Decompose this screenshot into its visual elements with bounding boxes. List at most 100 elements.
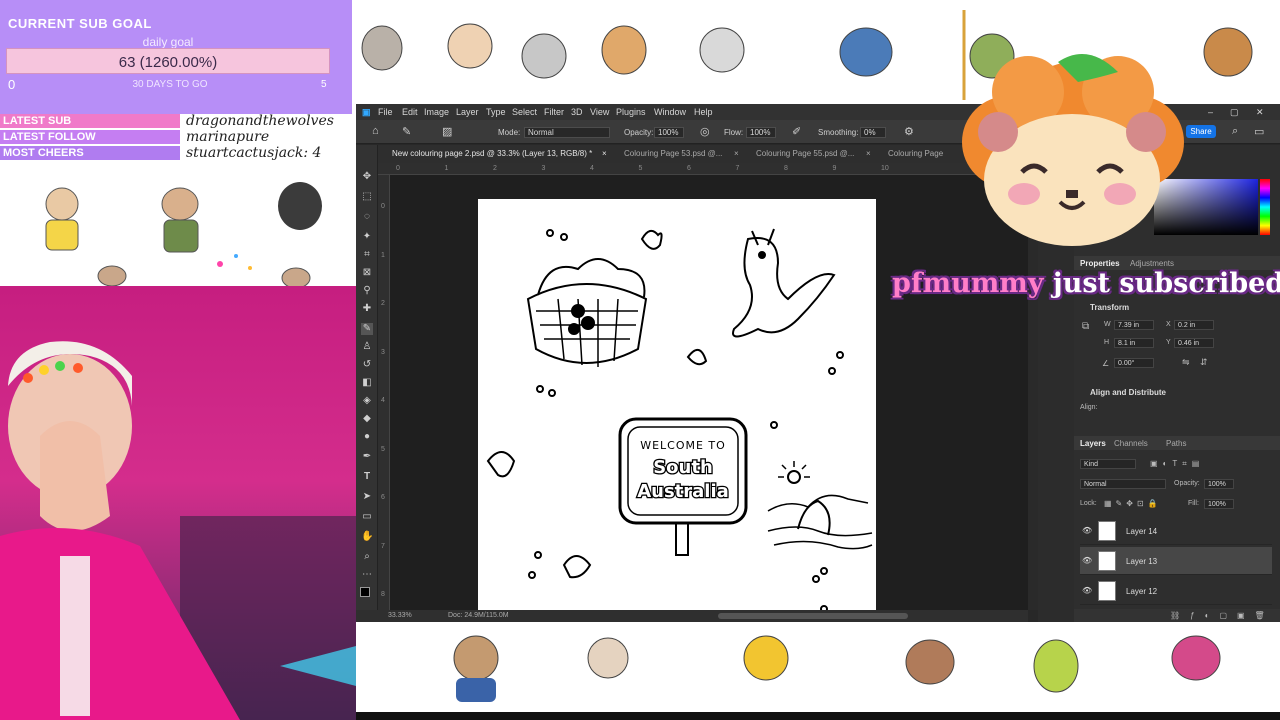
dodge-tool-icon[interactable]: ● (361, 431, 373, 443)
move-tool-icon[interactable]: ✥ (361, 171, 373, 183)
workspace-icon[interactable]: ▭ (1254, 125, 1264, 138)
close-icon[interactable]: ✕ (1256, 107, 1264, 118)
home-icon[interactable]: ⌂ (372, 125, 379, 137)
color-hue-slider[interactable] (1260, 179, 1270, 235)
layer-row[interactable]: 👁 Layer 12 (1080, 577, 1272, 605)
menu-edit[interactable]: Edit (402, 107, 418, 117)
blend-mode-select[interactable]: Normal (1080, 479, 1166, 489)
paint-bucket-icon[interactable]: ◈ (361, 395, 373, 407)
menu-3d[interactable]: 3D (571, 107, 583, 117)
rectangle-tool-icon[interactable]: ▭ (361, 511, 373, 523)
bottom-edge-bar (356, 712, 1280, 720)
menu-help[interactable]: Help (694, 107, 713, 117)
layer-actions-bar[interactable]: ⛓ƒ◐▢▣🗑 (1074, 609, 1280, 622)
tab-new-colouring-page-2[interactable]: New colouring page 2.psd @ 33.3% (Layer … (392, 149, 592, 158)
visibility-eye-icon[interactable]: 👁 (1082, 586, 1092, 595)
ps-app-icon[interactable]: ▣ (362, 107, 371, 118)
stamp-tool-icon[interactable]: ♙ (361, 341, 373, 353)
bottom-art-strip (356, 622, 1280, 712)
ruler-tick-label: 0 (396, 165, 400, 172)
tab-colouring-page[interactable]: Colouring Page (888, 149, 943, 158)
zoom-tool-icon[interactable]: ⌕ (361, 551, 373, 563)
smoothing-input[interactable]: 0% (860, 127, 886, 138)
tab-paths[interactable]: Paths (1166, 439, 1186, 448)
canvas-workspace[interactable]: WELCOME TO South Australia (390, 175, 1028, 613)
layer-opacity-input[interactable]: 100% (1204, 479, 1234, 489)
history-brush-icon[interactable]: ↺ (361, 359, 373, 371)
menu-file[interactable]: File (378, 107, 393, 117)
blur-tool-icon[interactable]: ◆ (361, 413, 373, 425)
eyedropper-icon[interactable]: ⚲ (361, 285, 373, 297)
height-input[interactable]: 8.1 in (1114, 338, 1154, 348)
hand-tool-icon[interactable]: ✋ (361, 531, 373, 543)
gear-icon[interactable]: ⚙ (904, 125, 914, 138)
visibility-eye-icon[interactable]: 👁 (1082, 526, 1092, 535)
tab-layers[interactable]: Layers (1080, 439, 1106, 448)
y-input[interactable]: 0.46 in (1174, 338, 1214, 348)
menu-window[interactable]: Window (654, 107, 686, 117)
ruler-tick-label: 1 (381, 251, 385, 259)
lock-icons[interactable]: ▦✎✥⊡🔒 (1104, 499, 1162, 508)
status-zoom: 33.33% (388, 612, 412, 619)
visibility-eye-icon[interactable]: 👁 (1082, 556, 1092, 565)
healing-brush-icon[interactable]: ✚ (361, 303, 373, 315)
magic-wand-icon[interactable]: ✦ (361, 231, 373, 243)
marquee-tool-icon[interactable]: ⬚ (361, 191, 373, 203)
document-canvas[interactable]: WELCOME TO South Australia (478, 199, 876, 613)
crop-tool-icon[interactable]: ⌗ (361, 249, 373, 261)
angle-input[interactable]: 0.00° (1114, 358, 1154, 368)
menu-plugins[interactable]: Plugins (616, 107, 646, 117)
maximize-icon[interactable]: ▢ (1230, 107, 1239, 118)
tab-channels[interactable]: Channels (1114, 439, 1148, 448)
tab-adjustments[interactable]: Adjustments (1130, 259, 1174, 268)
airbrush-icon[interactable]: ✐ (792, 125, 801, 138)
tab-colouring-page-53[interactable]: Colouring Page 53.psd @... (624, 149, 722, 158)
menu-type[interactable]: Type (486, 107, 506, 117)
sign-line-1: WELCOME TO (640, 439, 726, 452)
search-icon[interactable]: ⌕ (1232, 125, 1238, 138)
pen-tool-icon[interactable]: ✒ (361, 451, 373, 463)
flip-vertical-icon[interactable]: ⇵ (1200, 357, 1208, 368)
sign-line-3: Australia (637, 481, 729, 502)
tab-close-icon[interactable]: × (866, 149, 871, 158)
eraser-tool-icon[interactable]: ◧ (361, 377, 373, 389)
lasso-tool-icon[interactable]: ◌ (361, 211, 373, 223)
x-label: X (1166, 321, 1171, 328)
menu-select[interactable]: Select (512, 107, 537, 117)
menu-filter[interactable]: Filter (544, 107, 564, 117)
tab-properties[interactable]: Properties (1080, 259, 1120, 268)
mode-select[interactable]: Normal (524, 127, 610, 138)
x-input[interactable]: 0.2 in (1174, 320, 1214, 330)
layer-row-selected[interactable]: 👁 Layer 13 (1080, 547, 1272, 575)
brush-tool-active-icon[interactable]: ✎ (361, 323, 373, 335)
width-input[interactable]: 7.39 in (1114, 320, 1154, 330)
flow-input[interactable]: 100% (746, 127, 776, 138)
menu-image[interactable]: Image (424, 107, 449, 117)
more-tools-icon[interactable]: ⋯ (361, 569, 373, 581)
layer-filter-icons[interactable]: ▣◐T⌗▤ (1150, 459, 1204, 469)
brush-tool-icon[interactable]: ✎ (402, 125, 411, 138)
canvas-horizontal-scrollbar[interactable] (718, 613, 908, 619)
fill-input[interactable]: 100% (1204, 499, 1234, 509)
tab-colouring-page-55[interactable]: Colouring Page 55.psd @... (756, 149, 854, 158)
minimize-icon[interactable]: – (1208, 107, 1213, 117)
layer-row[interactable]: 👁 Layer 14 (1080, 517, 1272, 545)
brush-panel-icon[interactable]: ▨ (442, 125, 452, 138)
layer-thumbnail (1098, 521, 1116, 541)
opacity-input[interactable]: 100% (654, 127, 684, 138)
pressure-opacity-icon[interactable]: ◎ (700, 125, 710, 138)
menu-layer[interactable]: Layer (456, 107, 479, 117)
path-select-icon[interactable]: ➤ (361, 491, 373, 503)
opacity-label: Opacity: (624, 128, 654, 137)
critter-illustrations-left (45, 182, 322, 286)
type-tool-icon[interactable]: T (361, 471, 373, 483)
frame-tool-icon[interactable]: ⊠ (361, 267, 373, 279)
layer-filter-kind[interactable]: Kind (1080, 459, 1136, 469)
menu-view[interactable]: View (590, 107, 609, 117)
layer-thumbnail (1098, 551, 1116, 571)
foreground-color-swatch[interactable] (360, 587, 370, 597)
link-dimensions-icon[interactable]: ⧉ (1082, 321, 1089, 332)
tab-close-icon[interactable]: × (734, 149, 739, 158)
tab-close-icon[interactable]: × (602, 149, 607, 158)
flip-horizontal-icon[interactable]: ⇋ (1182, 357, 1190, 368)
